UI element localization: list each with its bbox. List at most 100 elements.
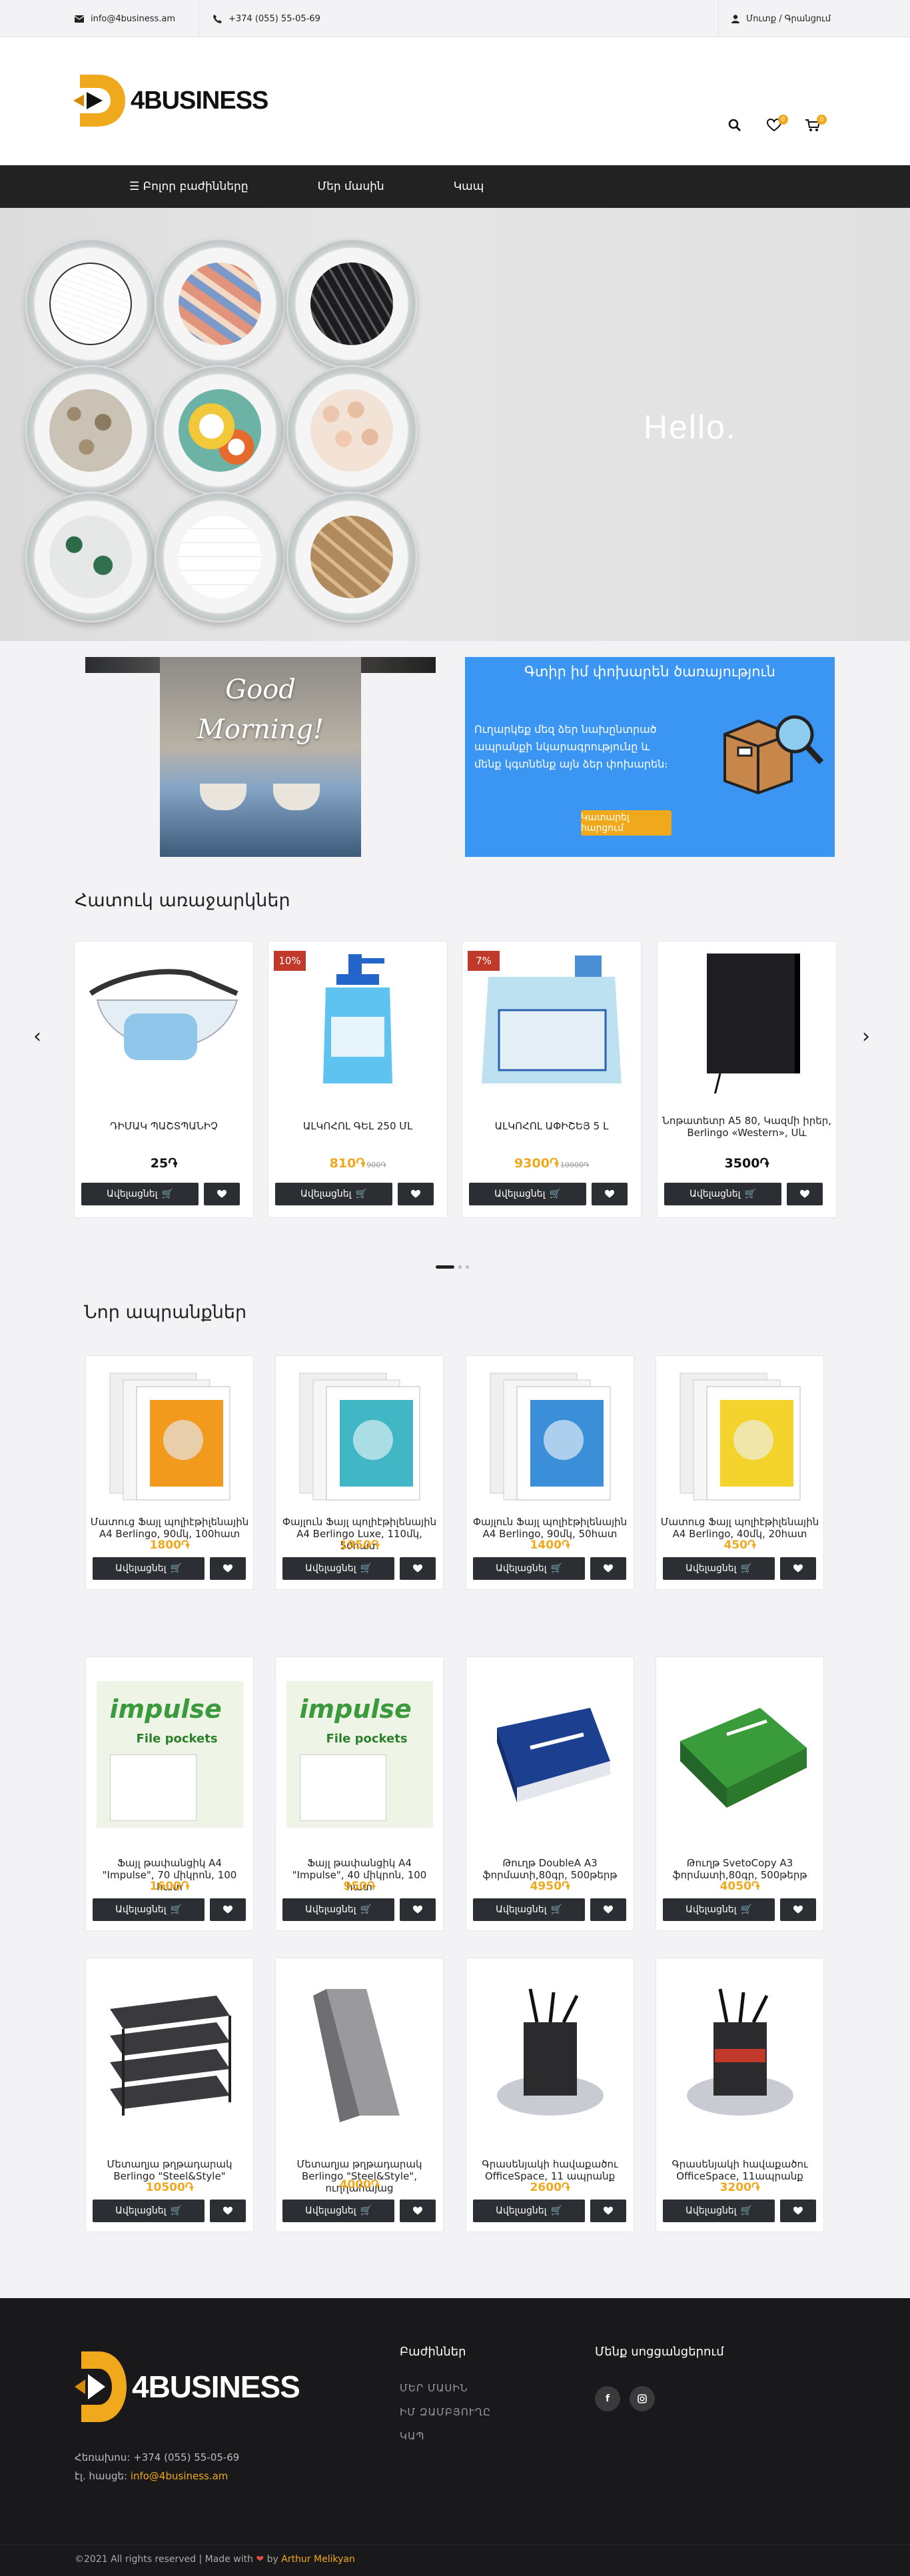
slider-dot-active[interactable] bbox=[436, 1265, 454, 1269]
new-product-card[interactable]: impulse File pockets Ֆայլ թափանցիկ A4 "Imp… bbox=[85, 1656, 254, 1931]
wishlist-button[interactable] bbox=[210, 1898, 246, 1921]
special-product-card[interactable]: 10% ԱԼԿՈՀՈԼ ԳԵԼ 250 ՄԼ 810֏ 900֏ Ավելացնե… bbox=[268, 941, 448, 1218]
hero-slider[interactable]: Hello. bbox=[0, 208, 910, 641]
login-register-link[interactable]: Մուտք / Գրանցում bbox=[731, 0, 831, 37]
impulse-pack-image: impulse File pockets bbox=[96, 1681, 243, 1828]
new-product-card[interactable]: Մատուց Ֆայլ պոլիէթիլենային A4 Berlingo, … bbox=[656, 1355, 824, 1590]
bowl-clips-image bbox=[286, 239, 417, 369]
add-to-cart-button[interactable]: Ավելացնել 🛒 bbox=[664, 1183, 781, 1205]
add-to-cart-label: Ավելացնել bbox=[496, 2206, 547, 2216]
special-product-card[interactable]: 7% ԱԼԿՈՀՈԼ ԱՓԻՇԵՅ 5 L 9300֏ 10000֏ Ավելաց… bbox=[462, 941, 642, 1218]
desk-organizer-image bbox=[496, 1988, 604, 2116]
desk-organizer-image bbox=[686, 1988, 793, 2116]
file-pockets-image bbox=[680, 1373, 800, 1501]
add-to-cart-button[interactable]: Ավելացնել 🛒 bbox=[473, 1898, 585, 1921]
wishlist-button[interactable] bbox=[780, 1898, 816, 1921]
new-product-card[interactable]: Մետաղյա թղթադարակ Berlingo "Steel&Style"… bbox=[85, 1958, 254, 2232]
add-to-cart-button[interactable]: Ավելացնել 🛒 bbox=[81, 1183, 199, 1205]
wishlist-button[interactable] bbox=[590, 1557, 626, 1580]
cart-icon: 🛒 bbox=[170, 1904, 182, 1915]
product-price: 9300֏ 10000֏ bbox=[462, 1156, 641, 1171]
product-image bbox=[472, 1964, 628, 2148]
cart-icon: 🛒 bbox=[740, 2206, 752, 2216]
wishlist-button[interactable] bbox=[210, 1557, 246, 1580]
special-product-card[interactable]: Նոթատետր A5 80, Կազմի իրեր, Berlingo «We… bbox=[657, 941, 837, 1218]
nav-contact[interactable]: Կապ bbox=[454, 180, 484, 193]
footer-logo-text: 4BUSINESS bbox=[132, 2369, 300, 2404]
request-button[interactable]: Կատարել հարցում bbox=[581, 810, 672, 836]
slider-dot[interactable] bbox=[466, 1265, 469, 1269]
wishlist-button[interactable] bbox=[780, 2200, 816, 2222]
add-to-cart-label: Ավելացնել bbox=[115, 1904, 167, 1915]
add-to-cart-button[interactable]: Ավելացնել 🛒 bbox=[93, 1898, 205, 1921]
add-to-cart-button[interactable]: Ավելացնել 🛒 bbox=[93, 2200, 205, 2222]
copyright: ©2021 All rights reserved | Made with ❤ … bbox=[75, 2554, 355, 2565]
footer-link-contact[interactable]: ԿԱՊ bbox=[400, 2430, 424, 2442]
slider-prev-button[interactable]: ‹ bbox=[33, 1025, 41, 1048]
price-value: 25֏ bbox=[150, 1156, 178, 1171]
wishlist-button[interactable] bbox=[204, 1183, 240, 1205]
instagram-button[interactable] bbox=[630, 2386, 655, 2411]
add-to-cart-button[interactable]: Ավելացնել 🛒 bbox=[473, 1557, 585, 1580]
add-to-cart-button[interactable]: Ավելացնել 🛒 bbox=[282, 1557, 394, 1580]
new-product-card[interactable]: impulse File pockets Ֆայլ թափանցիկ A4 "Imp… bbox=[275, 1656, 444, 1931]
wishlist-button[interactable] bbox=[210, 2200, 246, 2222]
product-name: Փայլուն Ֆայլ պոլիէթիլենային A4 Berlingo,… bbox=[472, 1516, 628, 1540]
footer-link-basket[interactable]: ԻՄ ԶԱՄԲՅՈՒՂԸ bbox=[400, 2406, 491, 2418]
new-product-card[interactable]: Գրասենյակի հավաքածու OfficeSpace, 11 ապր… bbox=[466, 1958, 634, 2232]
wishlist-button[interactable]: 0 bbox=[766, 115, 788, 135]
wishlist-button[interactable] bbox=[400, 2200, 436, 2222]
add-to-cart-button[interactable]: Ավելացնել 🛒 bbox=[93, 1557, 205, 1580]
add-to-cart-button[interactable]: Ավելացնել 🛒 bbox=[663, 1898, 775, 1921]
bowl-notes-image bbox=[25, 239, 156, 369]
site-header: 4BUSINESS 0 0 bbox=[0, 37, 910, 165]
new-product-card[interactable]: Մետաղյա թղթադարակ Berlingo "Steel&Style"… bbox=[275, 1958, 444, 2232]
new-product-card[interactable]: Թուղթ DoubleA A3 ֆորմատի,80գր, 500թերթ 49… bbox=[466, 1656, 634, 1931]
wishlist-button[interactable] bbox=[780, 1557, 816, 1580]
wishlist-button[interactable] bbox=[398, 1183, 434, 1205]
topbar-email[interactable]: info@4business.am bbox=[75, 0, 175, 37]
heart-icon bbox=[413, 2206, 422, 2215]
logo[interactable]: 4BUSINESS bbox=[73, 72, 268, 129]
footer-email: էլ. հասցե: info@4business.am bbox=[75, 2470, 228, 2482]
service-description: Ուղարկեք մեզ ձեր նախընտրած ապրանքի նկարա… bbox=[474, 723, 668, 770]
search-button[interactable] bbox=[728, 119, 744, 135]
footer-logo[interactable]: 4BUSINESS bbox=[75, 2349, 300, 2425]
nav-about[interactable]: Մեր մասին bbox=[318, 180, 384, 193]
product-price: 810֏ 900֏ bbox=[268, 1156, 447, 1171]
add-to-cart-button[interactable]: Ավելացնել 🛒 bbox=[473, 2200, 585, 2222]
new-product-card[interactable]: Փայլուն Ֆայլ պոլիէթիլենային A4 Berlingo … bbox=[275, 1355, 444, 1590]
new-product-card[interactable]: Թուղթ SvetoCopy A3 ֆորմատի,80գր, 500թերթ… bbox=[656, 1656, 824, 1931]
product-image bbox=[80, 947, 248, 1093]
good-morning-banner[interactable]: Good Morning! bbox=[85, 657, 436, 857]
author-link[interactable]: Arthur Melikyan bbox=[281, 2554, 355, 2565]
wishlist-button[interactable] bbox=[592, 1183, 628, 1205]
cart-button[interactable]: 0 bbox=[805, 115, 827, 135]
new-product-card[interactable]: Փայլուն Ֆայլ պոլիէթիլենային A4 Berlingo,… bbox=[466, 1355, 634, 1590]
wishlist-button[interactable] bbox=[787, 1183, 823, 1205]
wishlist-button[interactable] bbox=[400, 1898, 436, 1921]
add-to-cart-button[interactable]: Ավելացնել 🛒 bbox=[275, 1183, 392, 1205]
wishlist-button[interactable] bbox=[400, 1557, 436, 1580]
add-to-cart-button[interactable]: Ավելացնել 🛒 bbox=[469, 1183, 586, 1205]
special-product-card[interactable]: ԴԻՄԱԿ ՊԱՇՏՊԱՆԻՉ 25֏ Ավելացնել 🛒 bbox=[74, 941, 254, 1218]
cart-icon: 🛒 bbox=[550, 2206, 562, 2216]
new-product-card[interactable]: Գրասենյակի հավաքածու OfficeSpace, 11ապրա… bbox=[656, 1958, 824, 2232]
wishlist-button[interactable] bbox=[590, 1898, 626, 1921]
footer-link-about[interactable]: ՄԵՐ ՄԱՍԻՆ bbox=[400, 2382, 468, 2394]
add-to-cart-button[interactable]: Ավելացնել 🛒 bbox=[663, 1557, 775, 1580]
phone-value[interactable]: +374 (055) 55-05-69 bbox=[133, 2451, 239, 2463]
new-product-card[interactable]: Մատուց Ֆայլ պոլիէթիլենային A4 Berlingo, … bbox=[85, 1355, 254, 1590]
add-to-cart-button[interactable]: Ավելացնել 🛒 bbox=[282, 2200, 394, 2222]
add-to-cart-button[interactable]: Ավելացնել 🛒 bbox=[282, 1898, 394, 1921]
topbar-phone[interactable]: +374 (055) 55-05-69 bbox=[213, 0, 320, 37]
email-value[interactable]: info@4business.am bbox=[131, 2470, 228, 2482]
coffee-image: Good Morning! bbox=[160, 657, 361, 857]
wishlist-button[interactable] bbox=[590, 2200, 626, 2222]
add-to-cart-button[interactable]: Ավելացնել 🛒 bbox=[663, 2200, 775, 2222]
facebook-button[interactable]: f bbox=[595, 2386, 620, 2411]
cart-icon: 🛒 bbox=[550, 1563, 562, 1574]
nav-all-sections[interactable]: ☰ Բոլոր բաժինները bbox=[129, 180, 248, 193]
slider-next-button[interactable]: › bbox=[862, 1025, 870, 1048]
slider-dot[interactable] bbox=[458, 1265, 462, 1269]
